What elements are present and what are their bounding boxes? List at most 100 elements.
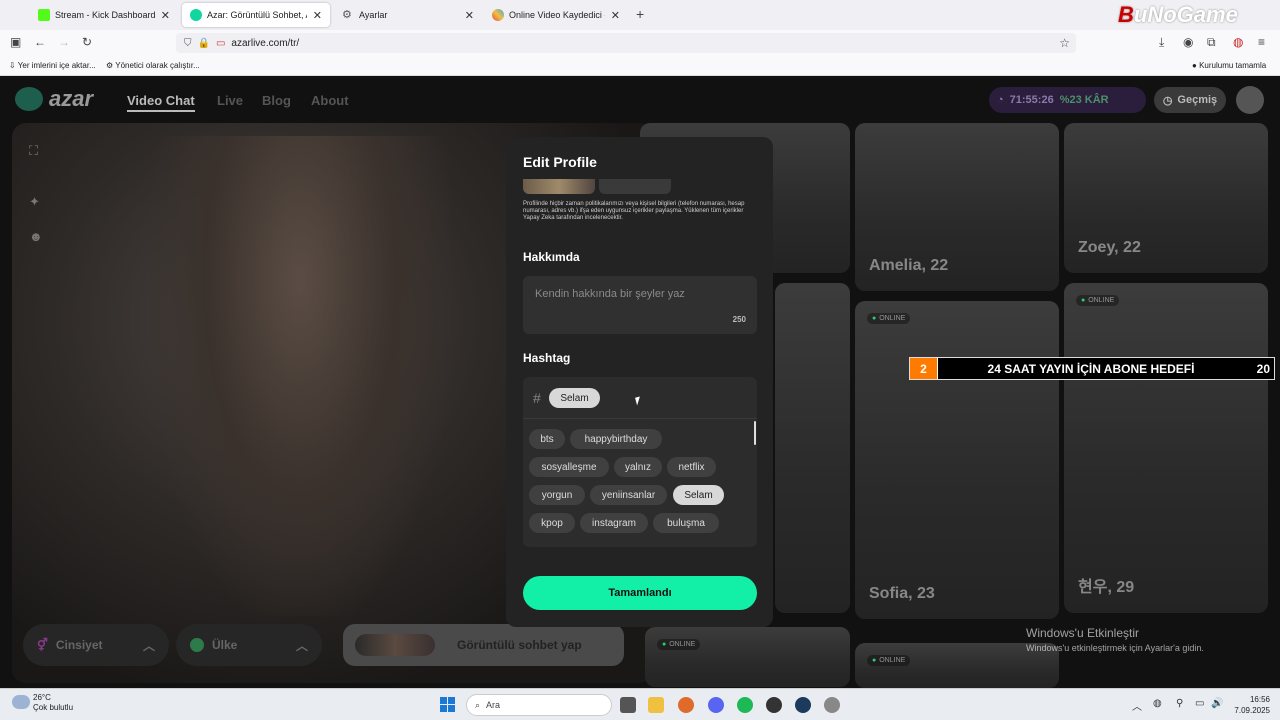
download-icon[interactable]: ⤓ xyxy=(1159,35,1164,50)
file-explorer-icon[interactable] xyxy=(648,697,664,713)
avatar[interactable] xyxy=(1236,86,1264,114)
azar-icon xyxy=(190,9,202,21)
temperature: 26°C xyxy=(33,693,51,702)
tag-chip[interactable]: kpop xyxy=(529,513,575,533)
close-icon[interactable]: ✕ xyxy=(611,9,620,22)
tag-chip[interactable]: yalnız xyxy=(614,457,662,477)
tag-chip[interactable]: sosyalleşme xyxy=(529,457,609,477)
nav-video-chat[interactable]: Video Chat xyxy=(127,93,195,112)
gender-filter[interactable]: ⚥ Cinsiyet ︿ xyxy=(23,624,169,666)
new-tab-button[interactable]: + xyxy=(636,6,644,22)
firefox-icon[interactable] xyxy=(678,697,694,713)
tab-title: Ayarlar xyxy=(359,10,388,20)
country-filter[interactable]: Ülke ︿ xyxy=(176,624,322,666)
tag-chip[interactable]: yorgun xyxy=(529,485,585,505)
timer-value: 71:55:26 xyxy=(1009,94,1054,106)
tag-chip[interactable]: instagram xyxy=(580,513,648,533)
search-icon: ⌕ xyxy=(475,699,481,710)
sidebar-icon[interactable]: ▣ xyxy=(10,35,21,49)
online-badge: ONLINE xyxy=(867,313,911,324)
about-textarea[interactable]: Kendin hakkında bir şeyler yaz 250 xyxy=(523,276,757,334)
tag-chip[interactable]: bts xyxy=(529,429,565,449)
activation-title: Windows'u Etkinleştir xyxy=(1026,626,1139,640)
bookmark-label: Kurulumu tamamla xyxy=(1199,61,1267,70)
settings-app-icon[interactable] xyxy=(824,697,840,713)
kick-icon xyxy=(38,9,50,21)
profile-card-sofia[interactable]: ONLINE Sofia, 23 xyxy=(855,301,1059,619)
about-heading: Hakkımda xyxy=(523,250,580,264)
taskbar-search[interactable]: ⌕ Ara xyxy=(466,694,612,716)
url-bar[interactable]: ⛉ 🔒 ▭ azarlive.com/tr/ ☆ xyxy=(176,33,1076,53)
tray-display-icon[interactable]: ▭ xyxy=(1195,698,1204,709)
volume-icon[interactable]: 🔊 xyxy=(1211,698,1223,709)
face-icon[interactable]: ☻ xyxy=(29,229,45,245)
reload-icon[interactable]: ↻ xyxy=(82,35,92,49)
profile-card-hyunwoo[interactable]: ONLINE 현우, 29 xyxy=(1064,283,1268,613)
profile-card-amelia[interactable]: Amelia, 22 xyxy=(855,123,1059,291)
obs-icon[interactable] xyxy=(766,697,782,713)
profile-card-zoey[interactable]: Zoey, 22 xyxy=(1064,123,1268,273)
profile-card[interactable]: ONLINE xyxy=(645,627,850,687)
tab-kick-dashboard[interactable]: Stream - Kick Dashboard ✕ xyxy=(30,3,178,27)
profile-photo[interactable] xyxy=(523,179,595,194)
gear-icon: ⚙ xyxy=(342,9,352,21)
steam-icon[interactable] xyxy=(795,697,811,713)
tag-chip-selected[interactable]: Selam xyxy=(673,485,724,505)
bookmark-setup[interactable]: ● Kurulumu tamamla xyxy=(1192,61,1266,70)
camera-permission-icon[interactable]: ▭ xyxy=(216,38,225,49)
tray-usb-icon[interactable]: ⚲ xyxy=(1176,698,1183,709)
tab-azar[interactable]: Azar: Görüntülü Sohbet, Arkadaş ✕ xyxy=(182,3,330,27)
tab-settings[interactable]: ⚙ Ayarlar ✕ xyxy=(334,3,482,27)
history-button[interactable]: ◷ Geçmiş xyxy=(1154,87,1226,113)
back-icon[interactable]: ← xyxy=(34,35,46,49)
selected-tag-chip[interactable]: Selam xyxy=(549,388,600,408)
extensions-icon[interactable]: ⧉ xyxy=(1207,35,1216,50)
bunogame-watermark: BuNoGame xyxy=(1118,2,1278,30)
account-icon[interactable]: ◉ xyxy=(1183,35,1193,49)
hash-icon: # xyxy=(533,390,541,406)
discord-icon[interactable] xyxy=(708,697,724,713)
tag-chip[interactable]: yeniinsanlar xyxy=(590,485,667,505)
profile-photo-slot[interactable] xyxy=(599,179,671,194)
card-name: Sofia, 23 xyxy=(869,585,935,602)
tag-chip[interactable]: netflix xyxy=(667,457,716,477)
windows-start-icon[interactable] xyxy=(440,697,456,713)
card-name: 현우, 29 xyxy=(1078,579,1135,596)
online-badge: ONLINE xyxy=(1076,295,1120,306)
bookmark-import[interactable]: ⇩ Yer imlerini içe aktar... xyxy=(9,61,96,70)
azar-logo[interactable]: azar xyxy=(15,86,93,112)
close-icon[interactable]: ✕ xyxy=(313,9,322,22)
tab-video-recorder[interactable]: Online Video Kaydedici - Mikrofo ✕ xyxy=(484,3,628,27)
tag-chip[interactable]: happybirthday xyxy=(570,429,662,449)
profile-card[interactable] xyxy=(775,283,850,613)
taskbar-clock[interactable]: 16:56 7.09.2025 xyxy=(1232,694,1270,716)
spotify-icon[interactable] xyxy=(737,697,753,713)
star-icon[interactable]: ☆ xyxy=(1059,36,1070,50)
addon-icon[interactable]: ◍ xyxy=(1233,35,1243,49)
tag-chip[interactable]: buluşma xyxy=(653,513,719,533)
nav-live[interactable]: Live xyxy=(217,93,243,108)
done-button[interactable]: Tamamlandı xyxy=(523,576,757,610)
effects-icon[interactable]: ✦ xyxy=(29,194,45,210)
nav-about[interactable]: About xyxy=(311,93,349,108)
menu-icon[interactable]: ≡ xyxy=(1258,35,1265,49)
search-label: Ara xyxy=(486,700,501,710)
profile-photos[interactable] xyxy=(523,179,671,194)
tray-app-icon[interactable]: ◍ xyxy=(1153,698,1162,709)
nav-blog[interactable]: Blog xyxy=(262,93,291,108)
start-video-chat-button[interactable]: Görüntülü sohbet yap xyxy=(343,624,624,666)
history-label: Geçmiş xyxy=(1177,94,1218,106)
task-view-icon[interactable] xyxy=(620,697,636,713)
expand-icon[interactable]: ⛶ xyxy=(29,143,45,159)
close-icon[interactable]: ✕ xyxy=(465,9,474,22)
tray-chevron-icon[interactable]: ︿ xyxy=(1132,698,1142,713)
cloud-icon xyxy=(12,695,30,709)
forward-icon[interactable]: → xyxy=(58,35,70,49)
bookmark-admin[interactable]: ⚙ Yönetici olarak çalıştır... xyxy=(106,61,200,70)
modal-title: Edit Profile xyxy=(523,154,597,170)
azar-logo-icon xyxy=(15,87,43,111)
hashtag-scrollbar[interactable] xyxy=(754,421,756,445)
hashtag-heading: Hashtag xyxy=(523,351,571,365)
profit-value: %23 KÂR xyxy=(1059,94,1109,106)
close-icon[interactable]: ✕ xyxy=(161,9,170,22)
